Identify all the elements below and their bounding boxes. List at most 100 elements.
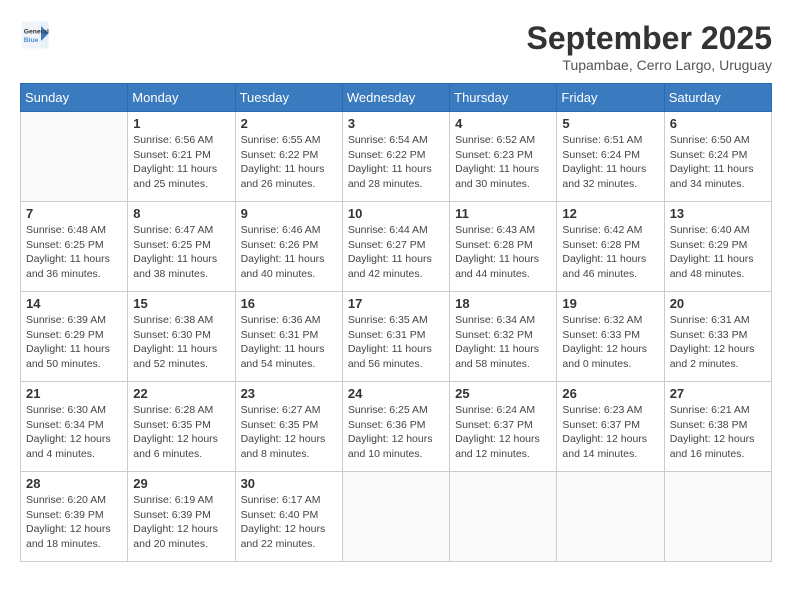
day-info: Sunrise: 6:48 AMSunset: 6:25 PMDaylight:… <box>26 223 122 282</box>
day-info: Sunrise: 6:23 AMSunset: 6:37 PMDaylight:… <box>562 403 658 462</box>
calendar-cell: 2 Sunrise: 6:55 AMSunset: 6:22 PMDaylight… <box>235 112 342 202</box>
day-info: Sunrise: 6:34 AMSunset: 6:32 PMDaylight:… <box>455 313 551 372</box>
day-number: 19 <box>562 296 658 311</box>
day-info: Sunrise: 6:46 AMSunset: 6:26 PMDaylight:… <box>241 223 337 282</box>
day-number: 25 <box>455 386 551 401</box>
day-info: Sunrise: 6:35 AMSunset: 6:31 PMDaylight:… <box>348 313 444 372</box>
calendar-cell: 20 Sunrise: 6:31 AMSunset: 6:33 PMDayligh… <box>664 292 771 382</box>
day-number: 26 <box>562 386 658 401</box>
day-number: 5 <box>562 116 658 131</box>
calendar-day-header: Sunday <box>21 84 128 112</box>
calendar-cell: 6 Sunrise: 6:50 AMSunset: 6:24 PMDaylight… <box>664 112 771 202</box>
day-info: Sunrise: 6:27 AMSunset: 6:35 PMDaylight:… <box>241 403 337 462</box>
calendar-cell <box>557 472 664 562</box>
calendar-cell <box>664 472 771 562</box>
day-info: Sunrise: 6:25 AMSunset: 6:36 PMDaylight:… <box>348 403 444 462</box>
calendar-cell: 22 Sunrise: 6:28 AMSunset: 6:35 PMDayligh… <box>128 382 235 472</box>
logo: General Blue <box>20 20 54 50</box>
day-info: Sunrise: 6:43 AMSunset: 6:28 PMDaylight:… <box>455 223 551 282</box>
day-info: Sunrise: 6:28 AMSunset: 6:35 PMDaylight:… <box>133 403 229 462</box>
day-number: 27 <box>670 386 766 401</box>
day-info: Sunrise: 6:47 AMSunset: 6:25 PMDaylight:… <box>133 223 229 282</box>
calendar-cell: 27 Sunrise: 6:21 AMSunset: 6:38 PMDayligh… <box>664 382 771 472</box>
day-info: Sunrise: 6:50 AMSunset: 6:24 PMDaylight:… <box>670 133 766 192</box>
calendar-week-row: 21 Sunrise: 6:30 AMSunset: 6:34 PMDayligh… <box>21 382 772 472</box>
day-number: 18 <box>455 296 551 311</box>
calendar-day-header: Friday <box>557 84 664 112</box>
calendar-cell <box>21 112 128 202</box>
day-number: 13 <box>670 206 766 221</box>
calendar-cell: 17Sunrise: 6:35 AMSunset: 6:31 PMDayligh… <box>342 292 449 382</box>
calendar-cell: 14Sunrise: 6:39 AMSunset: 6:29 PMDayligh… <box>21 292 128 382</box>
day-info: Sunrise: 6:54 AMSunset: 6:22 PMDaylight:… <box>348 133 444 192</box>
day-info: Sunrise: 6:17 AMSunset: 6:40 PMDaylight:… <box>241 493 337 552</box>
day-info: Sunrise: 6:31 AMSunset: 6:33 PMDaylight:… <box>670 313 766 372</box>
calendar-day-header: Thursday <box>450 84 557 112</box>
calendar-cell: 26 Sunrise: 6:23 AMSunset: 6:37 PMDayligh… <box>557 382 664 472</box>
day-number: 8 <box>133 206 229 221</box>
day-info: Sunrise: 6:56 AMSunset: 6:21 PMDaylight:… <box>133 133 229 192</box>
calendar-day-header: Wednesday <box>342 84 449 112</box>
calendar-cell: 9 Sunrise: 6:46 AMSunset: 6:26 PMDaylight… <box>235 202 342 292</box>
calendar-cell: 7 Sunrise: 6:48 AMSunset: 6:25 PMDaylight… <box>21 202 128 292</box>
title-block: September 2025 Tupambae, Cerro Largo, Ur… <box>527 20 772 73</box>
day-number: 23 <box>241 386 337 401</box>
calendar-cell: 21 Sunrise: 6:30 AMSunset: 6:34 PMDayligh… <box>21 382 128 472</box>
logo-icon: General Blue <box>20 20 50 50</box>
day-number: 24 <box>348 386 444 401</box>
calendar-cell: 4 Sunrise: 6:52 AMSunset: 6:23 PMDaylight… <box>450 112 557 202</box>
day-number: 21 <box>26 386 122 401</box>
day-number: 4 <box>455 116 551 131</box>
day-number: 28 <box>26 476 122 491</box>
day-info: Sunrise: 6:40 AMSunset: 6:29 PMDaylight:… <box>670 223 766 282</box>
day-number: 6 <box>670 116 766 131</box>
svg-text:Blue: Blue <box>24 37 39 44</box>
day-info: Sunrise: 6:44 AMSunset: 6:27 PMDaylight:… <box>348 223 444 282</box>
calendar-cell <box>342 472 449 562</box>
day-number: 20 <box>670 296 766 311</box>
day-number: 22 <box>133 386 229 401</box>
calendar-week-row: 28Sunrise: 6:20 AMSunset: 6:39 PMDayligh… <box>21 472 772 562</box>
day-info: Sunrise: 6:21 AMSunset: 6:38 PMDaylight:… <box>670 403 766 462</box>
calendar-week-row: 7 Sunrise: 6:48 AMSunset: 6:25 PMDaylight… <box>21 202 772 292</box>
calendar-cell: 11 Sunrise: 6:43 AMSunset: 6:28 PMDayligh… <box>450 202 557 292</box>
day-number: 30 <box>241 476 337 491</box>
day-info: Sunrise: 6:36 AMSunset: 6:31 PMDaylight:… <box>241 313 337 372</box>
day-info: Sunrise: 6:30 AMSunset: 6:34 PMDaylight:… <box>26 403 122 462</box>
calendar-cell: 5Sunrise: 6:51 AMSunset: 6:24 PMDaylight… <box>557 112 664 202</box>
calendar-day-header: Tuesday <box>235 84 342 112</box>
calendar-cell: 28Sunrise: 6:20 AMSunset: 6:39 PMDayligh… <box>21 472 128 562</box>
day-number: 7 <box>26 206 122 221</box>
day-number: 9 <box>241 206 337 221</box>
day-number: 10 <box>348 206 444 221</box>
calendar-cell: 12Sunrise: 6:42 AMSunset: 6:28 PMDayligh… <box>557 202 664 292</box>
month-year: September 2025 <box>527 20 772 57</box>
calendar-cell <box>450 472 557 562</box>
calendar-week-row: 1 Sunrise: 6:56 AMSunset: 6:21 PMDaylight… <box>21 112 772 202</box>
day-number: 2 <box>241 116 337 131</box>
calendar-day-header: Monday <box>128 84 235 112</box>
day-number: 1 <box>133 116 229 131</box>
calendar-table: SundayMondayTuesdayWednesdayThursdayFrid… <box>20 83 772 562</box>
calendar-header-row: SundayMondayTuesdayWednesdayThursdayFrid… <box>21 84 772 112</box>
calendar-cell: 18 Sunrise: 6:34 AMSunset: 6:32 PMDayligh… <box>450 292 557 382</box>
day-info: Sunrise: 6:32 AMSunset: 6:33 PMDaylight:… <box>562 313 658 372</box>
day-number: 14 <box>26 296 122 311</box>
calendar-cell: 23 Sunrise: 6:27 AMSunset: 6:35 PMDayligh… <box>235 382 342 472</box>
day-number: 12 <box>562 206 658 221</box>
day-number: 3 <box>348 116 444 131</box>
calendar-cell: 16Sunrise: 6:36 AMSunset: 6:31 PMDayligh… <box>235 292 342 382</box>
calendar-cell: 15Sunrise: 6:38 AMSunset: 6:30 PMDayligh… <box>128 292 235 382</box>
calendar-cell: 10 Sunrise: 6:44 AMSunset: 6:27 PMDayligh… <box>342 202 449 292</box>
day-info: Sunrise: 6:55 AMSunset: 6:22 PMDaylight:… <box>241 133 337 192</box>
calendar-cell: 1 Sunrise: 6:56 AMSunset: 6:21 PMDaylight… <box>128 112 235 202</box>
calendar-day-header: Saturday <box>664 84 771 112</box>
day-number: 11 <box>455 206 551 221</box>
day-info: Sunrise: 6:52 AMSunset: 6:23 PMDaylight:… <box>455 133 551 192</box>
calendar-cell: 13 Sunrise: 6:40 AMSunset: 6:29 PMDayligh… <box>664 202 771 292</box>
calendar-cell: 3 Sunrise: 6:54 AMSunset: 6:22 PMDaylight… <box>342 112 449 202</box>
location: Tupambae, Cerro Largo, Uruguay <box>527 57 772 73</box>
calendar-cell: 19 Sunrise: 6:32 AMSunset: 6:33 PMDayligh… <box>557 292 664 382</box>
calendar-week-row: 14Sunrise: 6:39 AMSunset: 6:29 PMDayligh… <box>21 292 772 382</box>
day-number: 29 <box>133 476 229 491</box>
